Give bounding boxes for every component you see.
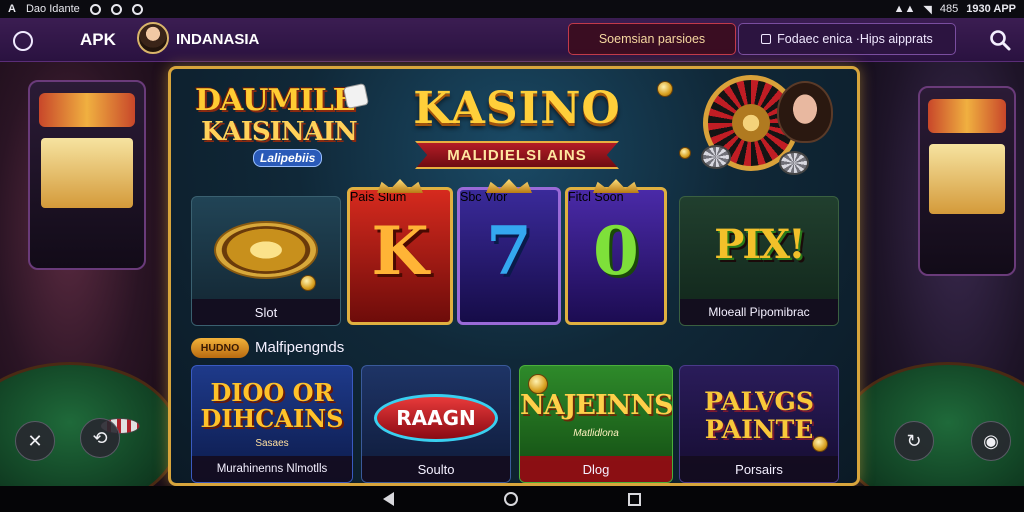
casino-chip-icon-2 bbox=[779, 151, 809, 175]
coin-icon-2 bbox=[679, 147, 691, 159]
coin-icon-5 bbox=[812, 436, 828, 452]
game-tile-label-palvgs: Porsairs bbox=[680, 456, 838, 482]
casino-chip-icon bbox=[701, 145, 731, 169]
slot-machine-screen bbox=[41, 137, 133, 209]
dolor-title: DIOO OR DIHCAINS bbox=[192, 380, 352, 432]
raagn-title: RAAGN bbox=[374, 394, 498, 442]
crown-icon bbox=[377, 179, 423, 193]
back-arrow-icon: ⟲ bbox=[92, 427, 108, 448]
wifi-icon: ◥ bbox=[923, 3, 932, 16]
slot-machine-topper-right bbox=[927, 99, 1007, 133]
square-icon bbox=[761, 34, 772, 44]
close-button[interactable]: ✕ bbox=[15, 421, 55, 461]
game-tile-najeinns[interactable]: NAJEINNS Matlidlona Dlog bbox=[519, 365, 673, 483]
casino-logo: DAUMILE KAISINAIN Lalipebiis bbox=[195, 77, 371, 173]
dealer-portrait bbox=[777, 81, 833, 143]
coin-icon-3 bbox=[300, 275, 316, 291]
section-badge: HUDNO bbox=[191, 338, 249, 358]
dolor-title-line1: DIOO OR bbox=[210, 378, 334, 407]
brand-name: INDANASIA bbox=[176, 31, 260, 48]
dolor-subtitle: Sasaes bbox=[255, 438, 289, 449]
game-card-0[interactable]: 0 Fitcl Soon bbox=[565, 179, 667, 325]
secondary-header-button-label: Fodaec enica ·Hips aipprats bbox=[777, 32, 933, 46]
system-nav-bar bbox=[0, 486, 1024, 512]
app-header: APK INDANASIA Soemsian parsioes Fodaec e… bbox=[0, 18, 1024, 62]
card-glyph: K bbox=[371, 212, 429, 290]
crown-icon-2 bbox=[486, 179, 532, 193]
record-button[interactable]: ◉ bbox=[971, 421, 1011, 461]
slot-machine-topper bbox=[39, 93, 135, 127]
game-tile-label-raagn: Soulto bbox=[362, 456, 510, 482]
status-circle-icon bbox=[89, 3, 101, 15]
game-tile-label-najeinns: Dlog bbox=[520, 456, 672, 482]
status-left: A Dao Idante bbox=[8, 3, 143, 15]
crown-icon-3 bbox=[593, 179, 639, 193]
coin-icon bbox=[657, 81, 673, 97]
slot-machine-image-right bbox=[918, 86, 1016, 276]
game-tile-label-dolor: Murahinenns Nlmotlls bbox=[192, 456, 352, 482]
pix-glyph: PIX! bbox=[714, 221, 805, 268]
menu-circle-icon[interactable] bbox=[13, 31, 33, 51]
game-tile-slot[interactable]: Slot bbox=[191, 196, 341, 326]
card-glyph-2: 7 bbox=[486, 212, 532, 290]
promo-button-label: Soemsian parsioes bbox=[598, 32, 706, 46]
refresh-button[interactable]: ↻ bbox=[894, 421, 934, 461]
section-title: Malfipengnds bbox=[255, 339, 345, 356]
dice-icon bbox=[342, 82, 370, 110]
app-screen: A Dao Idante ▲▲ ◥ 485 1930 APP APK INDAN… bbox=[0, 0, 1024, 512]
nav-home-icon[interactable] bbox=[504, 492, 518, 506]
najeinns-title: NAJEINNS bbox=[520, 390, 673, 421]
nav-back-icon[interactable] bbox=[383, 492, 394, 506]
palvgs-title: PALVGS PAINTE bbox=[680, 388, 838, 444]
game-tile-label: Slot bbox=[192, 299, 340, 325]
close-icon: ✕ bbox=[27, 430, 43, 451]
game-card-k[interactable]: K Pais Slum bbox=[347, 179, 453, 325]
game-tile-palvgs[interactable]: PALVGS PAINTE Porsairs bbox=[679, 365, 839, 483]
promo-button[interactable]: Soemsian parsioes bbox=[568, 23, 736, 55]
logo-line1: DAUMILE bbox=[195, 83, 356, 118]
game-tile-raagn[interactable]: RAAGN Soulto bbox=[361, 365, 511, 483]
battery-level: 485 bbox=[939, 3, 959, 15]
kasino-ribbon: MALIDIELSI AINS bbox=[415, 141, 619, 169]
kasino-subtitle: MALIDIELSI AINS bbox=[447, 146, 587, 164]
game-card-label-3: Fitcl Soon bbox=[568, 190, 624, 204]
game-card-label: Pais Slum bbox=[350, 190, 407, 204]
secondary-header-button[interactable]: Fodaec enica ·Hips aipprats bbox=[738, 23, 956, 55]
status-clock: 1930 APP bbox=[966, 3, 1016, 15]
search-icon[interactable] bbox=[988, 28, 1012, 52]
status-circle-icon-3 bbox=[131, 3, 143, 15]
palvgs-title-line1: PALVGS bbox=[704, 387, 814, 416]
nav-recents-icon[interactable] bbox=[628, 492, 641, 506]
slot-machine-screen-right bbox=[929, 143, 1005, 215]
record-icon: ◉ bbox=[983, 430, 999, 451]
dolor-title-line2: DIHCAINS bbox=[200, 404, 344, 433]
apk-label: APK bbox=[80, 30, 116, 49]
status-left-text: Dao Idante bbox=[25, 3, 80, 15]
back-button[interactable]: ⟲ bbox=[80, 418, 120, 458]
kasino-title: KASINO bbox=[413, 83, 621, 134]
lobby-panel: DAUMILE KAISINAIN Lalipebiis KASINO MALI… bbox=[168, 66, 860, 486]
status-circle-icon-2 bbox=[110, 3, 122, 15]
signal-icon: ▲▲ bbox=[893, 3, 916, 15]
gold-wheel-icon bbox=[214, 221, 318, 279]
najeinns-subtitle: Matlidlona bbox=[573, 428, 619, 439]
game-tile-label-pix: Mloeall Pipomibrac bbox=[680, 299, 838, 325]
logo-line2: KAISINAIN bbox=[201, 117, 358, 147]
slot-machine-image bbox=[28, 80, 146, 270]
avatar[interactable] bbox=[137, 22, 169, 54]
logo-tag: Lalipebiis bbox=[253, 149, 323, 167]
status-bar: A Dao Idante ▲▲ ◥ 485 1930 APP bbox=[0, 0, 1024, 18]
card-glyph-3: 0 bbox=[593, 212, 639, 290]
game-tile-dolor[interactable]: DIOO OR DIHCAINS Sasaes Murahinenns Nlmo… bbox=[191, 365, 353, 483]
status-a-icon: A bbox=[8, 3, 16, 15]
game-card-7[interactable]: 7 Sbc Vlor bbox=[457, 179, 561, 325]
status-right: ▲▲ ◥ 485 1930 APP bbox=[894, 3, 1016, 16]
game-card-label-2: Sbc Vlor bbox=[460, 190, 508, 204]
game-tile-pix[interactable]: PIX! Mloeall Pipomibrac bbox=[679, 196, 839, 326]
refresh-icon: ↻ bbox=[906, 430, 922, 451]
